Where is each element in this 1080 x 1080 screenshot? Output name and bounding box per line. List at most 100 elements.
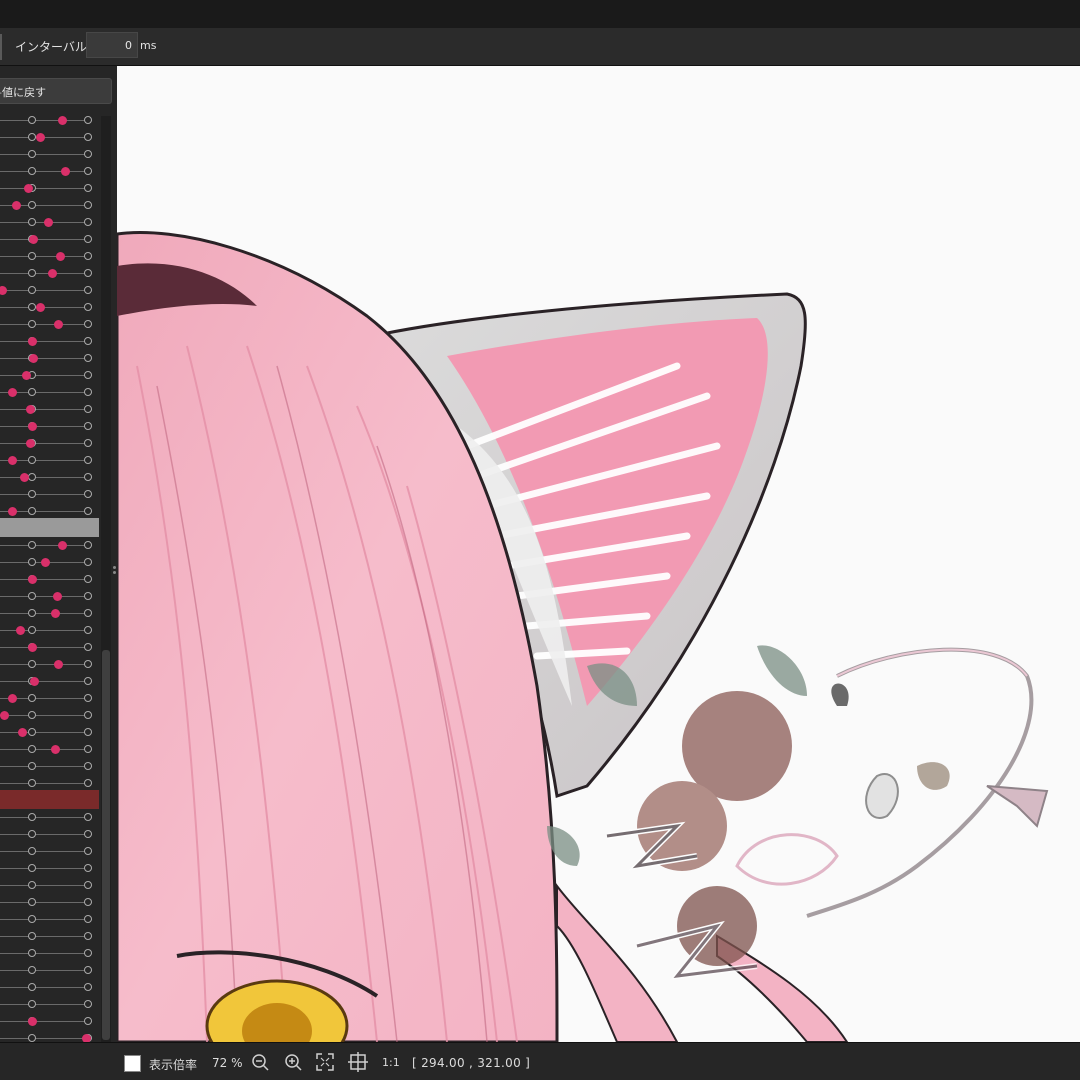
fit-screen-icon[interactable] [315, 1052, 335, 1072]
slider-handle[interactable] [8, 388, 17, 397]
parameter-slider-row[interactable] [0, 945, 99, 962]
parameter-slider-row[interactable] [0, 537, 99, 554]
slider-handle[interactable] [29, 354, 38, 363]
slider-handle[interactable] [48, 269, 57, 278]
parameter-slider-row[interactable] [0, 299, 99, 316]
slider-handle[interactable] [30, 677, 39, 686]
parameter-slider-row[interactable] [0, 911, 99, 928]
parameter-slider-row[interactable] [0, 146, 99, 163]
parameter-slider-row[interactable] [0, 384, 99, 401]
parameter-slider-row[interactable] [0, 265, 99, 282]
parameter-slider-row[interactable] [0, 469, 99, 486]
slider-handle[interactable] [28, 575, 37, 584]
parameter-slider-row[interactable] [0, 809, 99, 826]
parameter-slider-row[interactable] [0, 214, 99, 231]
parameter-slider-row[interactable] [0, 1013, 99, 1030]
parameter-slider-row[interactable] [0, 333, 99, 350]
parameter-slider-row[interactable] [0, 180, 99, 197]
slider-handle[interactable] [58, 116, 67, 125]
parameter-slider-row[interactable] [0, 197, 99, 214]
parameter-slider-row[interactable] [0, 367, 99, 384]
slider-handle[interactable] [22, 371, 31, 380]
parameter-slider-row[interactable] [0, 656, 99, 673]
parameter-slider-row[interactable] [0, 1030, 99, 1042]
slider-handle[interactable] [0, 286, 7, 295]
slider-handle[interactable] [56, 252, 65, 261]
parameter-slider-row[interactable] [0, 758, 99, 775]
parameter-slider-row[interactable] [0, 401, 99, 418]
slider-handle[interactable] [28, 643, 37, 652]
parameter-slider-row[interactable] [0, 112, 99, 129]
reset-to-default-button[interactable]: -値に戻す [0, 78, 112, 104]
parameter-slider-row[interactable] [0, 163, 99, 180]
slider-handle[interactable] [26, 405, 35, 414]
parameter-slider-row[interactable] [0, 571, 99, 588]
panel-scrollbar[interactable] [101, 116, 111, 1042]
parameter-slider-row[interactable] [0, 588, 99, 605]
slider-handle[interactable] [28, 337, 37, 346]
parameter-slider-row[interactable] [0, 486, 99, 503]
actual-size-button[interactable]: 1:1 [382, 1056, 400, 1069]
parameter-slider-row[interactable] [0, 418, 99, 435]
parameter-slider-row[interactable] [0, 790, 99, 809]
slider-handle[interactable] [24, 184, 33, 193]
slider-handle[interactable] [8, 694, 17, 703]
slider-handle[interactable] [26, 439, 35, 448]
parameter-slider-row[interactable] [0, 639, 99, 656]
parameter-slider-row[interactable] [0, 707, 99, 724]
slider-handle[interactable] [51, 745, 60, 754]
slider-handle[interactable] [28, 422, 37, 431]
background-color-swatch[interactable] [124, 1055, 141, 1072]
slider-handle[interactable] [54, 320, 63, 329]
parameter-slider-row[interactable] [0, 860, 99, 877]
slider-handle[interactable] [8, 507, 17, 516]
parameter-slider-row[interactable] [0, 843, 99, 860]
parameter-slider-row[interactable] [0, 605, 99, 622]
slider-handle[interactable] [29, 235, 38, 244]
slider-handle[interactable] [28, 1017, 37, 1026]
parameter-slider-row[interactable] [0, 435, 99, 452]
zoom-in-icon[interactable] [283, 1052, 303, 1072]
slider-handle[interactable] [53, 592, 62, 601]
parameter-slider-row[interactable] [0, 282, 99, 299]
slider-handle[interactable] [36, 133, 45, 142]
slider-handle[interactable] [8, 456, 17, 465]
parameter-slider-row[interactable] [0, 962, 99, 979]
parameter-slider-row[interactable] [0, 673, 99, 690]
slider-handle[interactable] [44, 218, 53, 227]
parameter-slider-row[interactable] [0, 690, 99, 707]
parameter-slider-row[interactable] [0, 350, 99, 367]
canvas-viewport[interactable] [117, 66, 1080, 1042]
slider-handle[interactable] [58, 541, 67, 550]
slider-handle[interactable] [36, 303, 45, 312]
parameter-slider-row[interactable] [0, 979, 99, 996]
parameter-slider-row[interactable] [0, 231, 99, 248]
slider-handle[interactable] [51, 609, 60, 618]
slider-handle[interactable] [0, 711, 9, 720]
parameter-slider-row[interactable] [0, 518, 99, 537]
slider-handle[interactable] [41, 558, 50, 567]
parameter-slider-row[interactable] [0, 316, 99, 333]
parameter-slider-row[interactable] [0, 622, 99, 639]
slider-handle[interactable] [54, 660, 63, 669]
zoom-value[interactable]: 72 % [212, 1056, 243, 1070]
slider-handle[interactable] [82, 1034, 91, 1042]
zoom-out-icon[interactable] [250, 1052, 270, 1072]
crosshair-icon[interactable] [348, 1052, 368, 1072]
parameter-slider-row[interactable] [0, 741, 99, 758]
parameter-slider-row[interactable] [0, 554, 99, 571]
parameter-slider-row[interactable] [0, 452, 99, 469]
parameter-slider-row[interactable] [0, 248, 99, 265]
parameter-slider-row[interactable] [0, 877, 99, 894]
interval-input[interactable]: 0 [86, 32, 138, 58]
slider-handle[interactable] [18, 728, 27, 737]
panel-splitter[interactable] [113, 566, 116, 580]
parameter-slider-row[interactable] [0, 928, 99, 945]
parameter-slider-row[interactable] [0, 129, 99, 146]
slider-handle[interactable] [20, 473, 29, 482]
parameter-slider-row[interactable] [0, 826, 99, 843]
parameter-slider-row[interactable] [0, 996, 99, 1013]
scrollbar-thumb[interactable] [102, 650, 110, 1040]
slider-handle[interactable] [12, 201, 21, 210]
slider-handle[interactable] [61, 167, 70, 176]
